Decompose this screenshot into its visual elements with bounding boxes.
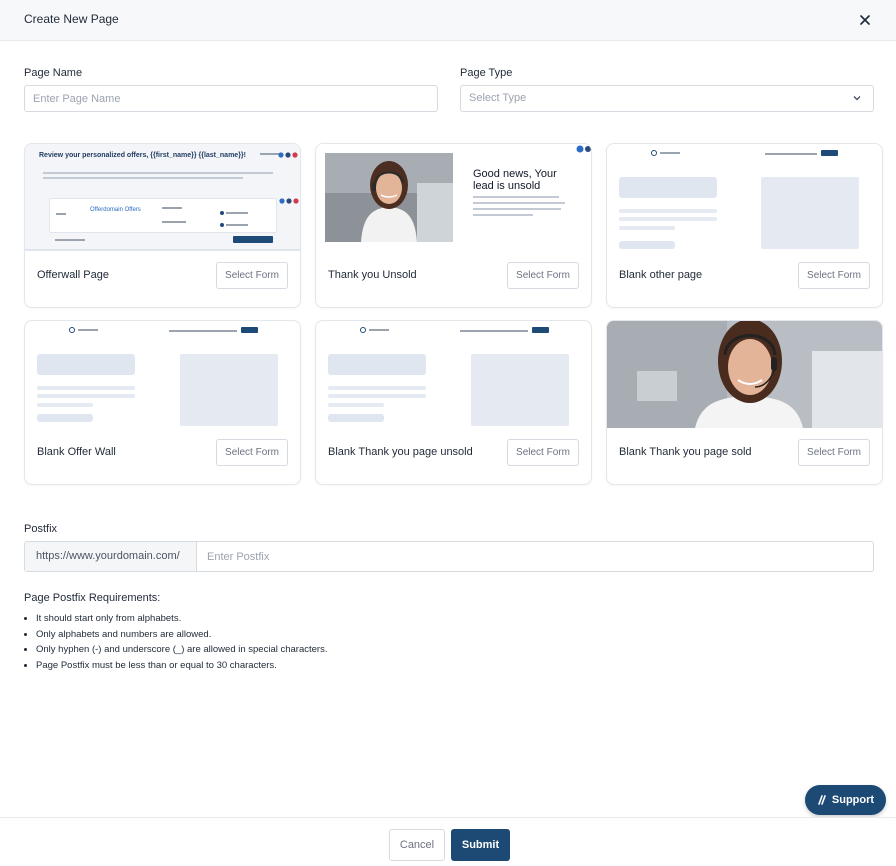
offerwall-thumb-brand: Offerdomain Offers: [90, 207, 141, 213]
postfix-field: https://www.yourdomain.com/: [24, 541, 874, 572]
page-name-label: Page Name: [24, 67, 83, 79]
submit-button[interactable]: Submit: [451, 829, 510, 861]
offerwall-thumbnail: Review your personalized offers, {{first…: [25, 144, 300, 251]
thank-you-unsold-thumbnail: Good news, Your lead is unsold: [316, 144, 591, 251]
logo-icon: [69, 327, 75, 333]
requirement-item: Only hyphen (-) and underscore (_) are a…: [36, 643, 327, 659]
select-form-button[interactable]: Select Form: [798, 439, 870, 466]
cancel-button[interactable]: Cancel: [389, 829, 445, 861]
template-card-thank-you-unsold[interactable]: Good news, Your lead is unsold Thank you…: [315, 143, 592, 308]
requirements-title: Page Postfix Requirements:: [24, 592, 161, 604]
select-form-button[interactable]: Select Form: [507, 262, 579, 289]
template-card-offerwall[interactable]: Review your personalized offers, {{first…: [24, 143, 301, 308]
modal-title: Create New Page: [24, 12, 119, 26]
page-type-select[interactable]: Select Type: [460, 85, 874, 112]
template-card-blank-thank-you-sold[interactable]: Blank Thank you page sold Select Form: [606, 320, 883, 485]
requirement-item: Page Postfix must be less than or equal …: [36, 659, 327, 675]
agent-photo: [325, 153, 453, 242]
chevron-down-icon: [853, 96, 861, 101]
select-form-button[interactable]: Select Form: [507, 439, 579, 466]
offerwall-thumb-heading: Review your personalized offers, {{first…: [39, 152, 246, 159]
blank-offer-wall-thumbnail: [25, 321, 300, 428]
template-title: Offerwall Page: [37, 269, 109, 281]
support-icon: [818, 795, 826, 805]
select-form-button[interactable]: Select Form: [216, 439, 288, 466]
template-title: Blank Offer Wall: [37, 446, 116, 458]
template-card-blank-thank-you-unsold[interactable]: Blank Thank you page unsold Select Form: [315, 320, 592, 485]
page-type-label: Page Type: [460, 67, 513, 79]
logo-icon: [651, 150, 657, 156]
support-button[interactable]: Support: [805, 785, 886, 815]
modal-header: Create New Page: [0, 0, 896, 41]
support-label: Support: [831, 794, 875, 806]
social-icons: [576, 145, 591, 153]
template-title: Blank other page: [619, 269, 703, 281]
blank-thank-you-sold-thumbnail: [607, 321, 882, 428]
agent-photo: [607, 321, 882, 428]
modal-footer: [0, 817, 896, 866]
template-title: Blank Thank you page sold: [619, 446, 752, 458]
close-icon[interactable]: [854, 9, 876, 31]
blank-other-thumbnail: [607, 144, 882, 251]
postfix-label: Postfix: [24, 523, 58, 535]
social-icons: [278, 152, 298, 158]
logo-icon: [360, 327, 366, 333]
requirements-list: It should start only from alphabets. Onl…: [36, 612, 327, 674]
unsold-thumb-heading: Good news, Your lead is unsold: [473, 168, 557, 192]
select-form-button[interactable]: Select Form: [798, 262, 870, 289]
template-title: Thank you Unsold: [328, 269, 417, 281]
postfix-domain-prefix: https://www.yourdomain.com/: [25, 542, 197, 571]
blank-thank-you-unsold-thumbnail: [316, 321, 591, 428]
page-type-value: Select Type: [469, 92, 527, 104]
page-name-input[interactable]: [24, 85, 438, 112]
template-card-blank-other[interactable]: Blank other page Select Form: [606, 143, 883, 308]
requirement-item: Only alphabets and numbers are allowed.: [36, 628, 327, 644]
template-card-blank-offer-wall[interactable]: Blank Offer Wall Select Form: [24, 320, 301, 485]
requirement-item: It should start only from alphabets.: [36, 612, 327, 628]
template-title: Blank Thank you page unsold: [328, 446, 473, 458]
select-form-button[interactable]: Select Form: [216, 262, 288, 289]
postfix-input[interactable]: [197, 542, 873, 571]
